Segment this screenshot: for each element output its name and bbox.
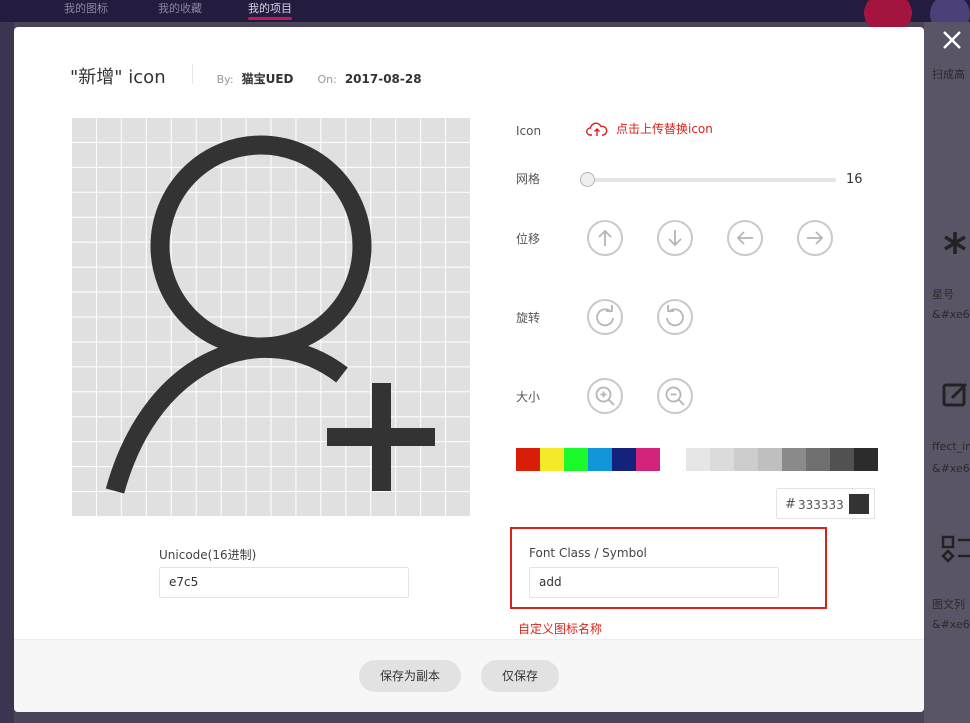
move-label: 位移 — [516, 232, 541, 246]
background-icon-name: ffect_inf — [932, 440, 970, 453]
save-button[interactable]: 仅保存 — [481, 660, 559, 692]
rotate-counterclockwise-button[interactable] — [657, 299, 693, 335]
hex-value: 333333 — [798, 498, 844, 512]
current-color-preview — [849, 494, 869, 514]
save-as-copy-button[interactable]: 保存为副本 — [359, 660, 461, 692]
color-swatch[interactable] — [734, 448, 758, 471]
color-swatch[interactable] — [686, 448, 710, 471]
author-name: 猫宝UED — [241, 72, 294, 86]
close-icon — [943, 31, 961, 49]
background-icon-name: 星号 — [932, 288, 954, 301]
rotate-clockwise-icon — [596, 305, 614, 327]
color-swatch[interactable] — [830, 448, 854, 471]
color-swatch[interactable] — [806, 448, 830, 471]
rotate-counterclockwise-icon — [666, 305, 684, 327]
arrow-up-icon — [598, 229, 612, 246]
color-swatch[interactable] — [710, 448, 734, 471]
dialog-header: "新增" icon By: 猫宝UED On: 2017-08-28 — [70, 63, 446, 88]
zoom-out-button[interactable] — [657, 378, 693, 414]
icon-preview-canvas — [71, 117, 470, 516]
color-swatch[interactable] — [588, 448, 612, 471]
divider — [191, 64, 193, 84]
grid-layout-icon — [941, 535, 970, 563]
annotation-text: 自定义图标名称 — [518, 622, 603, 636]
upload-label: 点击上传替换icon — [616, 122, 713, 136]
font-class-input[interactable]: add — [529, 567, 779, 598]
move-up-button[interactable] — [587, 220, 623, 256]
upload-replace-link[interactable]: 点击上传替换icon — [586, 120, 713, 137]
color-swatch[interactable] — [612, 448, 636, 471]
close-button[interactable] — [940, 28, 964, 52]
grid-value: 16 — [846, 172, 863, 187]
move-left-button[interactable] — [727, 220, 763, 256]
background-icon-code: &#xe6 — [932, 308, 970, 321]
background-icon-code: &#xe6 — [932, 618, 970, 631]
arrow-left-icon — [736, 231, 753, 245]
color-swatch[interactable] — [758, 448, 782, 471]
zoom-in-icon — [595, 386, 615, 406]
background-tab: 我的图标 — [64, 2, 108, 15]
color-swatch[interactable] — [540, 448, 564, 471]
arrow-right-icon — [807, 231, 824, 245]
background-text: 扫成高 — [932, 68, 965, 81]
date-value: 2017-08-28 — [344, 72, 422, 86]
rotate-clockwise-button[interactable] — [587, 299, 623, 335]
color-hex-field[interactable]: # 333333 — [776, 488, 875, 519]
date-label: On: — [317, 73, 337, 86]
size-label: 大小 — [516, 390, 541, 404]
font-class-label: Font Class / Symbol — [529, 546, 647, 560]
author-label: By: — [216, 73, 234, 86]
background-tab-active: 我的项目 — [248, 2, 292, 20]
asterisk-icon — [944, 232, 966, 254]
cloud-upload-icon — [586, 122, 608, 136]
grid-slider-track[interactable] — [587, 178, 836, 182]
unicode-label: Unicode(16进制) — [159, 548, 257, 562]
arrow-down-icon — [668, 230, 682, 247]
color-swatch[interactable] — [516, 448, 540, 471]
edit-icon — [942, 382, 968, 407]
hex-hash: # — [785, 497, 796, 512]
background-bottom-strip — [14, 712, 924, 723]
unicode-input[interactable]: e7c5 — [159, 567, 409, 598]
background-topbar: 我的图标 我的收藏 我的项目 — [0, 0, 970, 22]
background-icon-name: 图文列 — [932, 598, 965, 611]
icon-label: Icon — [516, 124, 542, 138]
move-down-button[interactable] — [657, 220, 693, 256]
color-swatch[interactable] — [636, 448, 660, 471]
icon-title: "新增" icon — [70, 67, 166, 88]
color-swatch[interactable] — [662, 448, 686, 471]
background-left-strip — [0, 22, 14, 723]
color-swatch[interactable] — [564, 448, 588, 471]
rotate-label: 旋转 — [516, 311, 541, 325]
background-icon-code: &#xe6 — [932, 462, 970, 475]
color-swatch[interactable] — [782, 448, 806, 471]
zoom-out-icon — [665, 386, 685, 406]
background-icon-list: 扫成高 星号 &#xe6 ffect_inf &#xe6 图文列 &#xe6 — [924, 22, 970, 723]
color-swatch[interactable] — [854, 448, 878, 471]
dialog-footer: 保存为副本 仅保存 — [14, 639, 924, 712]
move-right-button[interactable] — [797, 220, 833, 256]
add-user-icon — [105, 135, 435, 494]
zoom-in-button[interactable] — [587, 378, 623, 414]
grid-slider-handle[interactable] — [580, 172, 595, 187]
icon-edit-dialog: "新增" icon By: 猫宝UED On: 2017-08-28 Icon … — [14, 27, 924, 712]
background-tab: 我的收藏 — [158, 2, 202, 15]
grid-label: 网格 — [516, 172, 541, 186]
